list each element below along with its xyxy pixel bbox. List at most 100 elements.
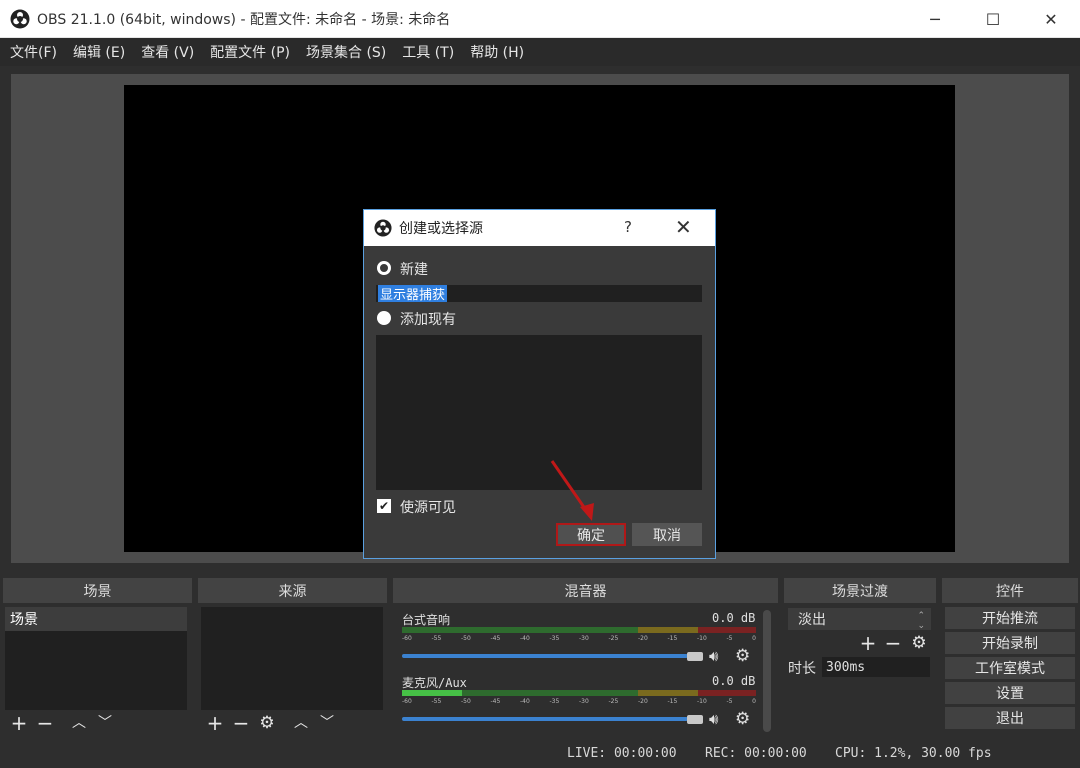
volume-knob-mic[interactable] <box>687 715 703 724</box>
source-name-value: 显示器捕获 <box>378 285 448 303</box>
obs-logo-icon <box>374 219 392 237</box>
meter-ticks-mic: -60 -55 -50 -45 -40 -35 -30 -25 -20 -15 -10 -5 0 <box>402 698 756 708</box>
track-name-desktop: 台式音响 <box>402 613 451 627</box>
minimize-button[interactable]: ─ <box>906 0 964 38</box>
menu-scene-collection[interactable]: 场景集合 (S) <box>306 42 386 62</box>
volume-slider-desktop[interactable] <box>402 654 688 658</box>
meter-tick-label: -30 <box>579 698 589 705</box>
source-up-icon[interactable]: ︿ <box>288 712 314 734</box>
mixer-dock-title: 混音器 <box>393 578 778 603</box>
transition-select[interactable]: 淡出 ⌃ ⌄ <box>788 608 931 631</box>
volume-knob-desktop[interactable] <box>687 652 703 661</box>
dialog-close-icon[interactable]: ✕ <box>675 215 692 239</box>
existing-sources-list[interactable] <box>376 335 702 490</box>
exit-button[interactable]: 退出 <box>945 707 1075 729</box>
add-transition-icon[interactable]: + <box>855 632 881 654</box>
meter-tick-label: -45 <box>490 698 501 705</box>
meter-tick-label: -60 <box>402 635 412 642</box>
menu-profile[interactable]: 配置文件 (P) <box>210 42 290 62</box>
scenes-toolbar: + − ︿ ﹀ <box>6 712 118 734</box>
studio-mode-button[interactable]: 工作室模式 <box>945 657 1075 679</box>
move-down-icon[interactable]: ﹀ <box>92 712 118 734</box>
cpu-status: CPU: 1.2%, 30.00 fps <box>835 746 992 761</box>
sources-dock-title: 来源 <box>198 578 387 603</box>
meter-tick-label: -25 <box>608 635 619 642</box>
ok-button[interactable]: 确定 <box>556 523 626 546</box>
meter-tick-label: -40 <box>520 635 530 642</box>
track-db-desktop: 0.0 dB <box>712 611 756 625</box>
start-recording-button[interactable]: 开始录制 <box>945 632 1075 654</box>
mixer-scrollbar[interactable] <box>763 610 771 732</box>
meter-tick-label: 0 <box>752 635 756 642</box>
meter-tick-label: -35 <box>549 698 560 705</box>
track-name-mic: 麦克风/Aux <box>402 676 467 690</box>
select-arrows-icon: ⌃ ⌄ <box>917 611 925 631</box>
close-button[interactable]: ✕ <box>1022 0 1080 38</box>
mic-speaker-icon[interactable]: 🔊︎ <box>709 710 718 728</box>
transitions-dock-title: 场景过渡 <box>784 578 936 603</box>
menu-tools[interactable]: 工具 (T) <box>402 42 454 62</box>
menu-view[interactable]: 查看 (V) <box>141 42 194 62</box>
duration-value: 300ms <box>826 659 866 675</box>
meter-tick-label: -15 <box>667 698 678 705</box>
window-title-bar: OBS 21.1.0 (64bit, windows) - 配置文件: 未命名 … <box>0 0 1080 38</box>
menu-edit[interactable]: 编辑 (E) <box>73 42 125 62</box>
radio-existing-label: 添加现有 <box>400 312 456 328</box>
speaker-icon[interactable]: 🔊︎ <box>709 647 718 665</box>
move-up-icon[interactable]: ︿ <box>66 712 92 734</box>
mixer-gear-icon[interactable]: ⚙ <box>735 646 750 666</box>
remove-transition-icon[interactable]: − <box>880 632 906 654</box>
mic-gear-icon[interactable]: ⚙ <box>735 709 750 729</box>
source-down-icon[interactable]: ﹀ <box>314 712 340 734</box>
obs-logo-icon <box>10 9 30 28</box>
visible-checkbox[interactable]: ✔ <box>377 499 391 513</box>
transition-gear-icon[interactable]: ⚙ <box>906 632 932 654</box>
meter-ticks-desktop: -60 -55 -50 -45 -40 -35 -30 -25 -20 -15 -10 -5 0 <box>402 635 756 645</box>
menu-file[interactable]: 文件(F) <box>10 42 57 62</box>
start-streaming-button[interactable]: 开始推流 <box>945 607 1075 629</box>
remove-source-icon[interactable]: − <box>228 712 254 734</box>
volume-slider-mic[interactable] <box>402 717 688 721</box>
radio-existing[interactable] <box>377 311 391 325</box>
meter-mic <box>402 690 756 696</box>
meter-desktop <box>402 627 756 633</box>
help-icon[interactable]: ? <box>624 218 632 236</box>
meter-tick-label: -40 <box>520 698 530 705</box>
sources-list[interactable] <box>201 607 383 710</box>
remove-scene-icon[interactable]: − <box>32 712 58 734</box>
live-status: LIVE: 00:00:00 <box>567 746 677 761</box>
source-gear-icon[interactable]: ⚙ <box>254 712 280 734</box>
meter-tick-label: -55 <box>431 635 442 642</box>
meter-tick-label: -50 <box>461 698 471 705</box>
meter-tick-label: -10 <box>697 635 707 642</box>
duration-input[interactable]: 300ms <box>822 657 930 677</box>
meter-tick-label: -10 <box>697 698 707 705</box>
meter-tick-label: -25 <box>608 698 619 705</box>
sources-toolbar: + − ⚙ ︿ ﹀ <box>202 712 340 734</box>
menu-help[interactable]: 帮助 (H) <box>470 42 524 62</box>
add-scene-icon[interactable]: + <box>6 712 32 734</box>
meter-tick-label: -60 <box>402 698 412 705</box>
meter-tick-label: -15 <box>667 635 678 642</box>
maximize-button[interactable]: ☐ <box>964 0 1022 38</box>
controls-dock-title: 控件 <box>942 578 1078 603</box>
meter-tick-label: -5 <box>726 635 733 642</box>
track-db-mic: 0.0 dB <box>712 674 756 688</box>
annotation-arrow-icon <box>550 460 594 521</box>
meter-tick-label: -20 <box>638 635 648 642</box>
scenes-dock-title: 场景 <box>3 578 192 603</box>
meter-tick-label: 0 <box>752 698 756 705</box>
add-source-icon[interactable]: + <box>202 712 228 734</box>
radio-new-label: 新建 <box>400 262 428 278</box>
scene-item[interactable]: 场景 <box>5 607 187 631</box>
meter-tick-label: -45 <box>490 635 501 642</box>
source-name-input[interactable]: 显示器捕获 <box>376 285 702 303</box>
dialog-title-bar: 创建或选择源 ? ✕ <box>364 210 715 246</box>
radio-new[interactable] <box>377 261 391 275</box>
duration-label: 时长 <box>788 661 816 677</box>
cancel-button[interactable]: 取消 <box>632 523 702 546</box>
scenes-list[interactable]: 场景 <box>5 607 187 710</box>
settings-button[interactable]: 设置 <box>945 682 1075 704</box>
visible-label: 使源可见 <box>400 500 456 516</box>
menu-bar: 文件(F) 编辑 (E) 查看 (V) 配置文件 (P) 场景集合 (S) 工具… <box>0 38 1080 66</box>
